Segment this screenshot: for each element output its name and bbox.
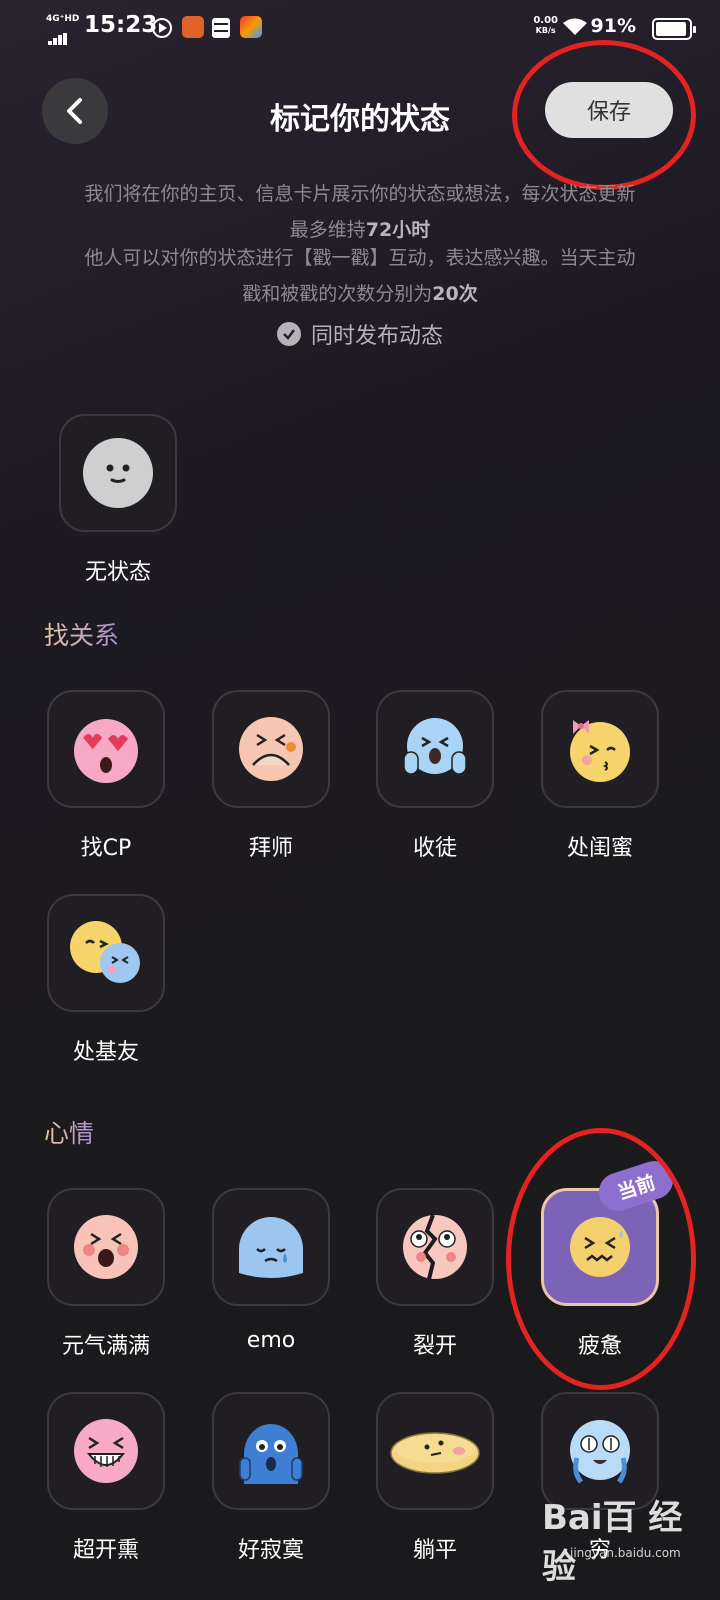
current-badge: 当前: [593, 1156, 679, 1216]
app-icon-color: [240, 16, 262, 38]
status-option-label: 处基友: [72, 1040, 139, 1065]
network-speed: 0.00 KB/s: [533, 16, 558, 36]
app-icon-card: [212, 18, 230, 38]
status-option-lying-flat[interactable]: 躺平: [376, 1392, 494, 1564]
cracked-face-icon: [403, 1214, 467, 1280]
clock: 15:23: [84, 12, 158, 38]
status-option-chu-ji-you[interactable]: 处基友: [47, 894, 165, 1066]
status-option-label: 好寂寞: [237, 1538, 304, 1563]
status-bar: 4G⁺HD 15:23 0.00 KB/s 91%: [0, 0, 720, 56]
energetic-icon: [74, 1215, 138, 1279]
speed-value: 0.00: [533, 15, 558, 26]
status-option-label: 无状态: [84, 560, 151, 585]
status-option-label: emo: [246, 1328, 296, 1353]
battery-icon: [652, 18, 696, 40]
status-option-label: 收徒: [412, 836, 457, 861]
status-option-chao-kai-xun[interactable]: 超开熏: [47, 1392, 165, 1564]
status-option-tired[interactable]: 当前 疲惫: [541, 1156, 679, 1360]
description-block-1: 我们将在你的主页、信息卡片展示你的状态或想法，每次状态更新 最多维持72小时: [40, 176, 680, 248]
status-option-find-cp[interactable]: 找CP: [47, 690, 165, 862]
status-option-label: 疲惫: [577, 1334, 622, 1359]
status-option-label: 处闺蜜: [566, 836, 633, 861]
status-option-label: 超开熏: [72, 1538, 139, 1563]
heart-eyes-icon: [74, 719, 138, 783]
baidu-watermark: Bai百 经验 jingyan.baidu.com: [542, 1490, 712, 1590]
status-option-label: 躺平: [412, 1538, 457, 1563]
status-option-none[interactable]: 无状态: [59, 414, 177, 586]
big-grin-icon: [74, 1419, 138, 1483]
bowing-icon: [239, 717, 303, 781]
battery-percent: 91%: [590, 15, 636, 37]
description-line: 戳和被戳的次数分别为20次: [242, 283, 478, 305]
status-option-lonely[interactable]: 好寂寞: [212, 1392, 330, 1564]
lonely-blue-icon: [239, 1424, 303, 1484]
description-line: 他人可以对你的状态进行【戳一戳】互动，表达感兴趣。当天主动: [84, 247, 636, 269]
sync-post-label: 同时发布动态: [310, 324, 443, 349]
section-title-relationships: 找关系: [44, 616, 119, 652]
wifi-icon: [562, 17, 588, 41]
section-title-mood: 心情: [44, 1114, 94, 1150]
status-option-energetic[interactable]: 元气满满: [47, 1188, 165, 1360]
status-option-label: 拜师: [248, 836, 293, 861]
status-option-chu-gui-mi[interactable]: 处闺蜜: [541, 690, 659, 862]
description-line: 我们将在你的主页、信息卡片展示你的状态或想法，每次状态更新: [84, 183, 636, 205]
status-option-label: 找CP: [80, 836, 132, 861]
sad-tear-icon: [239, 1217, 303, 1278]
description-block-2: 他人可以对你的状态进行【戳一戳】互动，表达感兴趣。当天主动 戳和被戳的次数分别为…: [40, 240, 680, 312]
speed-unit: KB/s: [535, 26, 556, 35]
status-option-bai-shi[interactable]: 拜师: [212, 690, 330, 862]
status-option-label: 裂开: [412, 1334, 457, 1359]
lying-flat-icon: [390, 1432, 480, 1474]
app-icon-orange: [182, 16, 204, 38]
kiss-bow-icon: [570, 720, 630, 782]
money-eyes-icon: [570, 1420, 630, 1484]
video-app-icon: [152, 18, 172, 38]
status-option-emo[interactable]: emo: [212, 1188, 330, 1353]
watermark-logo: Bai百 经验: [542, 1498, 683, 1587]
two-friends-icon: [70, 921, 140, 983]
tired-icon: [570, 1217, 630, 1277]
crying-scared-icon: [403, 718, 467, 775]
neutral-face-icon: [83, 438, 153, 508]
cellular-signal-icon: 4G⁺HD: [46, 14, 80, 45]
save-button[interactable]: 保存: [545, 82, 673, 138]
status-option-lie-kai[interactable]: 裂开: [376, 1188, 494, 1360]
check-icon: [276, 322, 301, 346]
network-label: 4G⁺HD: [46, 14, 80, 24]
sync-post-toggle[interactable]: 同时发布动态: [0, 318, 720, 350]
watermark-url: jingyan.baidu.com: [570, 1546, 681, 1560]
status-option-shou-tu[interactable]: 收徒: [376, 690, 494, 862]
status-option-label: 元气满满: [61, 1334, 150, 1359]
